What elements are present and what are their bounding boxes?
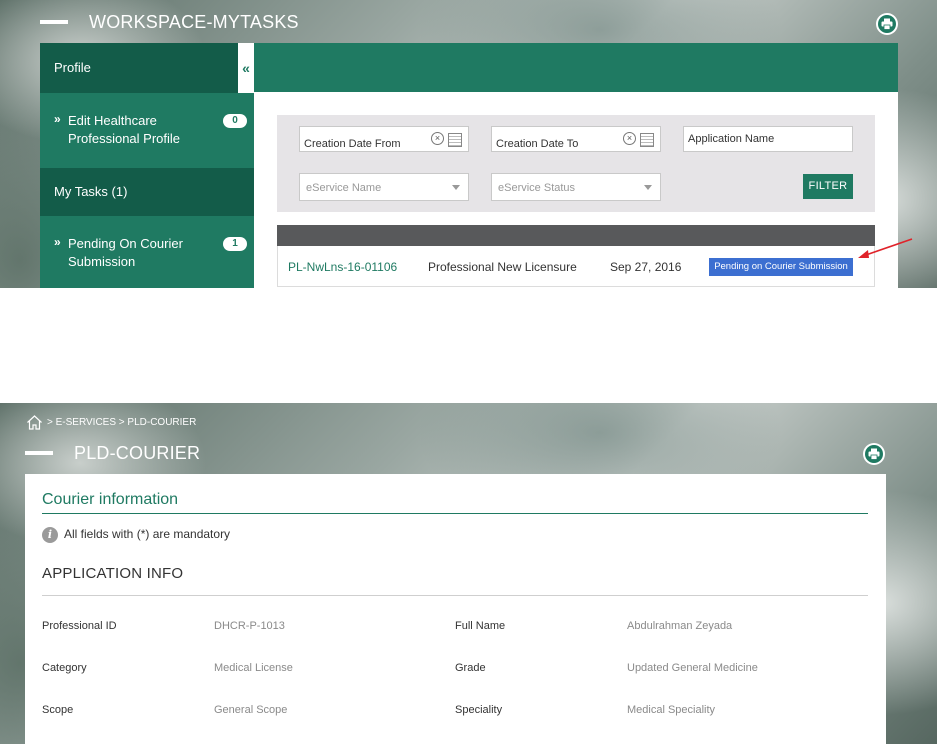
sidebar-item-label: Pending On Courier Submission — [68, 236, 183, 269]
chevron-double-right-icon: » — [54, 235, 61, 249]
page-title: PLD-COURIER — [74, 443, 201, 463]
speciality-label: Speciality — [455, 704, 503, 716]
clear-icon[interactable]: × — [431, 132, 444, 145]
creation-date-from-placeholder: Creation Date From — [304, 138, 401, 150]
application-info-divider — [42, 595, 868, 596]
creation-date-to-placeholder: Creation Date To — [496, 138, 579, 150]
courier-info-card: Courier information i All fields with (*… — [25, 474, 886, 744]
title-dash — [25, 451, 53, 455]
speciality-value: Medical Speciality — [627, 704, 716, 716]
full-name-label: Full Name — [455, 620, 506, 632]
print-icon — [865, 445, 883, 463]
title-dash — [40, 20, 68, 24]
section-title: Courier information — [42, 491, 179, 508]
print-icon — [878, 15, 896, 33]
section-divider — [42, 513, 868, 514]
content-header-bar — [254, 43, 898, 92]
eservice-name-placeholder: eService Name — [306, 182, 382, 194]
clear-icon[interactable]: × — [623, 132, 636, 145]
sidebar-item-label: Edit Healthcare Professional Profile — [68, 113, 180, 146]
breadcrumb-separator: > — [118, 417, 125, 428]
full-name-value: Abdulrahman Zeyada — [627, 620, 733, 632]
home-icon[interactable] — [26, 414, 43, 431]
page-title: WORKSPACE-MYTASKS — [89, 12, 299, 32]
annotation-arrow — [858, 238, 913, 258]
application-id-link[interactable]: PL-NwLns-16-01106 — [288, 260, 397, 274]
grade-value: Updated General Medicine — [627, 662, 758, 674]
creation-date: Sep 27, 2016 — [610, 260, 682, 274]
category-value: Medical License — [214, 662, 293, 674]
sidebar-item-pending-courier[interactable]: » Pending On Courier Submission 1 — [40, 235, 254, 275]
chevron-double-right-icon: » — [54, 112, 61, 126]
sidebar: Profile « » Edit Healthcare Professional… — [40, 43, 254, 288]
status-button[interactable]: Pending on Courier Submission — [709, 258, 853, 276]
info-icon: i — [42, 527, 58, 543]
chevron-double-left-icon: « — [242, 60, 250, 76]
calendar-icon[interactable] — [640, 133, 654, 147]
filter-button[interactable]: FILTER — [803, 174, 853, 199]
breadcrumb-pld-courier: PLD-COURIER — [127, 417, 197, 428]
professional-id-label: Professional ID — [42, 620, 117, 632]
application-name-placeholder: Application Name — [688, 133, 775, 145]
breadcrumb-separator: > — [47, 417, 53, 428]
eservice-status-placeholder: eService Status — [498, 182, 576, 194]
dropdown-arrow-icon — [644, 185, 652, 190]
dropdown-arrow-icon — [452, 185, 460, 190]
application-info-heading: APPLICATION INFO — [42, 565, 184, 582]
eservice-name-select[interactable]: eService Name — [299, 173, 469, 201]
sidebar-my-tasks-label: My Tasks (1) — [54, 184, 128, 199]
sidebar-profile-header[interactable]: Profile — [40, 43, 238, 93]
scope-label: Scope — [42, 704, 74, 716]
print-button[interactable] — [876, 13, 898, 35]
grade-label: Grade — [455, 662, 486, 674]
print-button[interactable] — [863, 443, 885, 465]
professional-id-value: DHCR-P-1013 — [214, 620, 285, 632]
creation-date-from-field[interactable]: Creation Date From × — [299, 126, 469, 152]
sidebar-profile-label: Profile — [54, 60, 91, 75]
breadcrumb-eservices[interactable]: E-SERVICES — [56, 417, 116, 428]
sidebar-collapse-button[interactable]: « — [238, 43, 254, 93]
service-name: Professional New Licensure — [428, 260, 577, 274]
scope-value: General Scope — [214, 704, 288, 716]
creation-date-to-field[interactable]: Creation Date To × — [491, 126, 661, 152]
category-label: Category — [42, 662, 87, 674]
table-header — [277, 225, 875, 246]
mandatory-note: All fields with (*) are mandatory — [64, 527, 231, 541]
calendar-icon[interactable] — [448, 133, 462, 147]
table-row: PL-NwLns-16-01106 Professional New Licen… — [277, 246, 875, 287]
count-badge: 1 — [223, 237, 247, 251]
sidebar-my-tasks-header[interactable]: My Tasks (1) — [40, 168, 254, 216]
application-name-field[interactable]: Application Name — [683, 126, 853, 152]
eservice-status-select[interactable]: eService Status — [491, 173, 661, 201]
count-badge: 0 — [223, 114, 247, 128]
sidebar-item-edit-profile[interactable]: » Edit Healthcare Professional Profile 0 — [40, 112, 254, 152]
